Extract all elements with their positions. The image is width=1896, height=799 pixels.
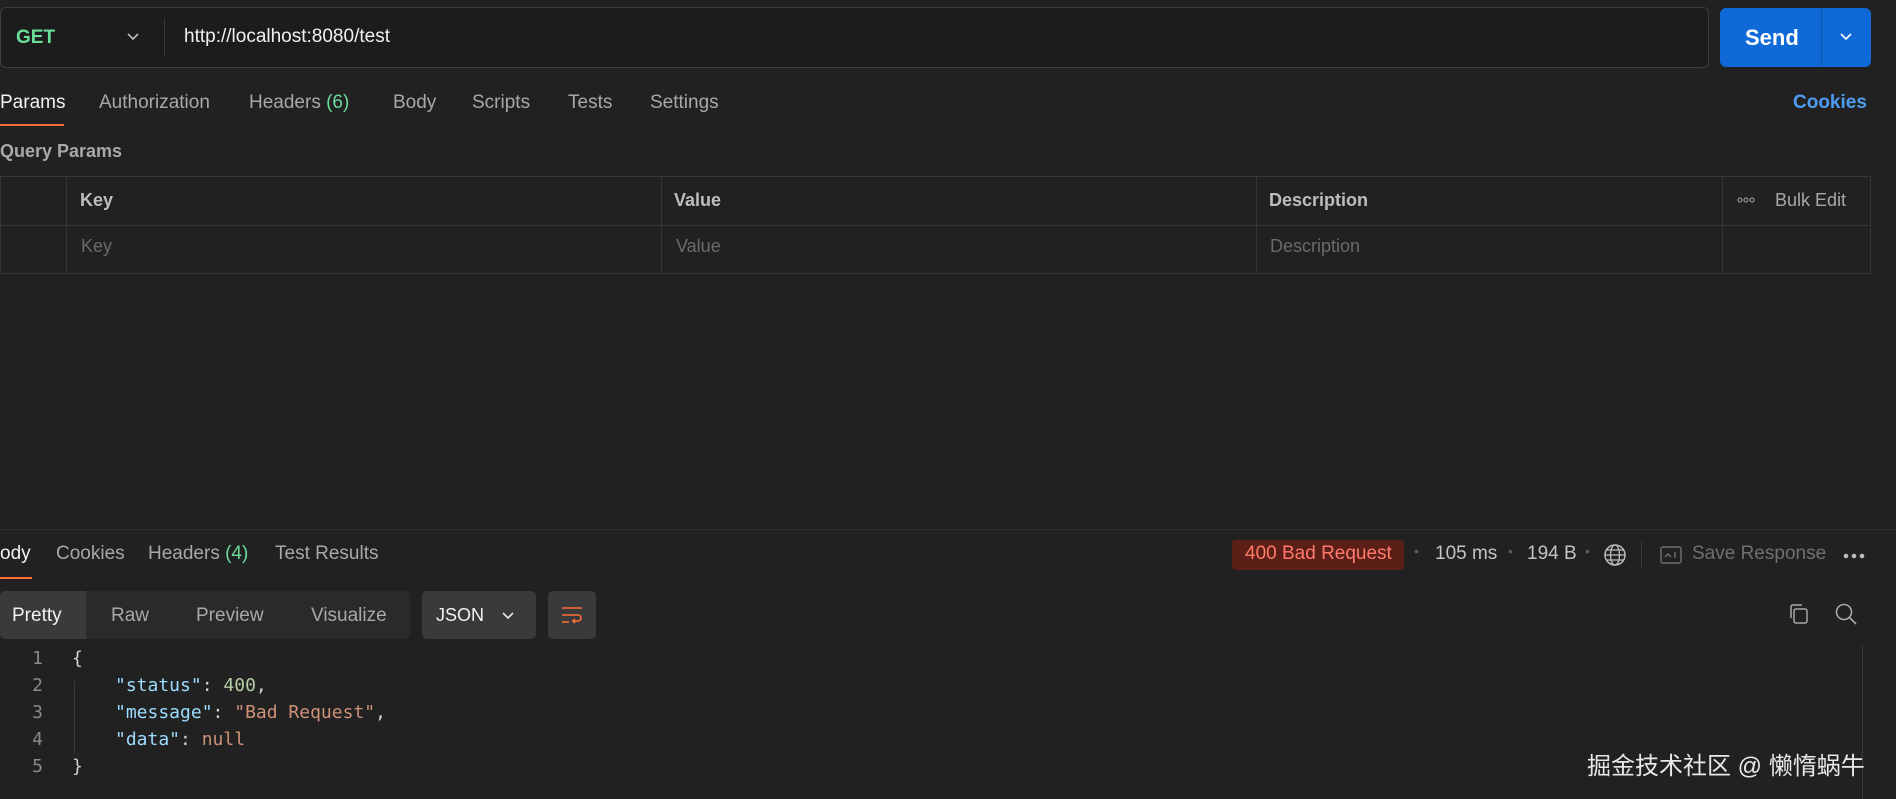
tab-params[interactable]: Params xyxy=(0,92,65,114)
search-icon[interactable] xyxy=(1834,602,1858,626)
json-key: "message" xyxy=(115,702,213,723)
divider xyxy=(164,18,165,56)
code-line: { xyxy=(72,648,83,669)
line-number: 3 xyxy=(32,702,43,723)
send-divider xyxy=(1821,8,1822,67)
send-options-chevron-icon[interactable] xyxy=(1838,28,1854,44)
table-column-divider xyxy=(661,176,662,274)
response-tab-headers-count: (4) xyxy=(225,543,249,564)
view-preview[interactable]: Preview xyxy=(196,605,264,627)
json-value: 400 xyxy=(223,675,256,696)
json-key: "data" xyxy=(115,729,181,750)
code-line: } xyxy=(72,756,83,777)
key-input[interactable]: Key xyxy=(81,236,112,257)
indent-guide xyxy=(74,681,75,753)
line-number: 2 xyxy=(32,675,43,696)
copy-icon[interactable] xyxy=(1787,602,1811,626)
tab-headers[interactable]: Headers (6) xyxy=(249,92,349,114)
code-line: "data": null xyxy=(115,729,245,750)
bulk-edit-button[interactable]: Bulk Edit xyxy=(1775,190,1846,211)
json-comma: , xyxy=(255,675,267,696)
chevron-down-icon[interactable] xyxy=(500,607,516,623)
meta-separator: • xyxy=(1585,543,1590,559)
response-tab-cookies[interactable]: Cookies xyxy=(56,543,125,565)
cookies-link[interactable]: Cookies xyxy=(1793,92,1867,114)
tab-scripts[interactable]: Scripts xyxy=(472,92,530,114)
more-options-icon[interactable] xyxy=(1737,196,1755,204)
watermark: 掘金技术社区 @ 懒惰蜗牛 xyxy=(1587,753,1865,780)
view-raw[interactable]: Raw xyxy=(111,605,149,627)
globe-icon[interactable] xyxy=(1603,543,1627,567)
url-input[interactable]: http://localhost:8080/test xyxy=(184,26,390,48)
active-tab-indicator xyxy=(0,124,64,126)
format-select-label[interactable]: JSON xyxy=(436,605,484,626)
table-column-divider xyxy=(66,176,67,274)
tab-headers-label: Headers xyxy=(249,92,321,113)
response-tab-headers[interactable]: Headers (4) xyxy=(148,543,248,565)
json-value: "Bad Request" xyxy=(234,702,376,723)
code-line: "message": "Bad Request", xyxy=(115,702,386,723)
save-response-icon[interactable] xyxy=(1660,546,1682,564)
send-button-label[interactable]: Send xyxy=(1745,25,1799,51)
query-params-title: Query Params xyxy=(0,141,123,161)
status-badge-text: 400 Bad Request xyxy=(1245,543,1392,564)
response-size: 194 B xyxy=(1527,543,1577,564)
code-line: "status": 400, xyxy=(115,675,267,696)
column-header-value: Value xyxy=(674,190,722,210)
meta-separator: • xyxy=(1508,543,1513,559)
wrap-lines-icon[interactable] xyxy=(560,603,584,627)
description-input[interactable]: Description xyxy=(1270,236,1360,257)
line-number: 4 xyxy=(32,729,43,750)
view-pretty[interactable]: Pretty xyxy=(12,605,62,627)
meta-divider xyxy=(1641,541,1642,569)
chevron-down-icon[interactable] xyxy=(125,28,141,44)
response-tab-headers-label: Headers xyxy=(148,543,220,564)
column-header-description: Description xyxy=(1269,190,1369,210)
tab-tests[interactable]: Tests xyxy=(568,92,612,114)
line-number: 1 xyxy=(32,648,43,669)
json-colon: : xyxy=(201,675,224,696)
view-visualize[interactable]: Visualize xyxy=(311,605,387,627)
json-key: "status" xyxy=(115,675,202,696)
meta-separator: • xyxy=(1414,543,1419,559)
response-divider xyxy=(0,529,1896,530)
line-number: 5 xyxy=(32,756,43,777)
table-column-divider xyxy=(1256,176,1257,274)
tab-authorization[interactable]: Authorization xyxy=(99,92,210,114)
table-column-divider xyxy=(1722,176,1723,274)
response-tab-test-results[interactable]: Test Results xyxy=(275,543,378,565)
more-options-icon[interactable] xyxy=(1843,552,1865,560)
response-tab-body[interactable]: ody xyxy=(0,543,31,565)
json-value: null xyxy=(201,729,246,750)
column-header-key: Key xyxy=(80,190,114,210)
value-input[interactable]: Value xyxy=(676,236,721,257)
save-response-button[interactable]: Save Response xyxy=(1692,543,1826,565)
tab-settings[interactable]: Settings xyxy=(650,92,719,114)
table-divider xyxy=(0,225,1871,226)
json-comma: , xyxy=(375,702,386,723)
tab-headers-count: (6) xyxy=(326,92,350,113)
tab-body[interactable]: Body xyxy=(393,92,436,114)
json-colon: : xyxy=(212,702,235,723)
response-time: 105 ms xyxy=(1435,543,1498,564)
response-active-tab-indicator xyxy=(0,577,32,579)
json-colon: : xyxy=(180,729,202,750)
method-select[interactable]: GET xyxy=(16,27,55,49)
